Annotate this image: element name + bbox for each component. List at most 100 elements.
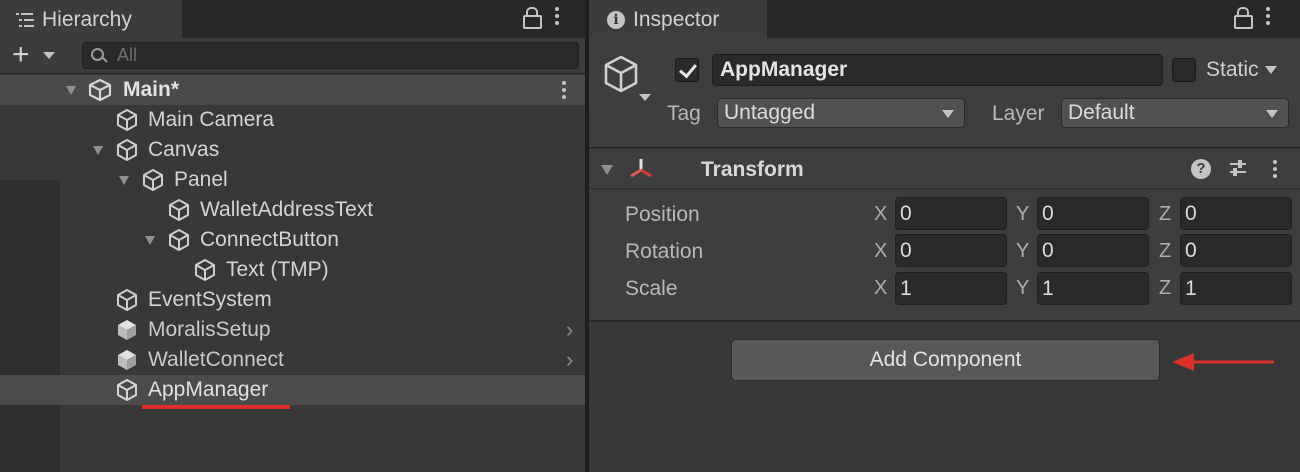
object-name-field[interactable]: AppManager bbox=[712, 54, 1163, 86]
rotation-y-field[interactable]: 0 bbox=[1037, 234, 1149, 267]
chevron-down-icon bbox=[1264, 66, 1277, 75]
cube-solid-icon bbox=[118, 350, 136, 370]
cube-outline-icon bbox=[195, 259, 215, 281]
layer-value: Default bbox=[1068, 101, 1135, 124]
axis-y-label[interactable]: Y bbox=[1016, 277, 1029, 300]
axis-x-label[interactable]: X bbox=[874, 203, 887, 226]
search-box[interactable] bbox=[82, 42, 579, 69]
rotation-z-field[interactable]: 0 bbox=[1180, 234, 1292, 267]
fold-arrow-icon[interactable] bbox=[601, 165, 613, 175]
hierarchy-tree: Main* Main Camera Canvas Panel WalletAdd… bbox=[0, 75, 585, 472]
axis-y-label[interactable]: Y bbox=[1016, 240, 1029, 263]
tree-item-wallet-address-text[interactable]: WalletAddressText bbox=[0, 195, 585, 225]
static-dropdown[interactable]: Static bbox=[1206, 58, 1277, 82]
list-icon bbox=[16, 13, 34, 27]
more-options-icon[interactable] bbox=[554, 6, 560, 26]
rotation-label: Rotation bbox=[625, 240, 704, 263]
position-x-field[interactable]: 0 bbox=[895, 197, 1007, 230]
chevron-right-icon[interactable]: › bbox=[566, 317, 573, 343]
hierarchy-tabbar: Hierarchy bbox=[0, 0, 585, 38]
scene-row[interactable]: Main* bbox=[0, 75, 585, 105]
axis-x-label[interactable]: X bbox=[874, 277, 887, 300]
fold-arrow-icon[interactable] bbox=[119, 176, 129, 185]
component-title: Transform bbox=[701, 158, 804, 181]
inspector-panel: i Inspector AppManager Static Tag Untagg… bbox=[589, 0, 1300, 472]
tree-item-label: MoralisSetup bbox=[148, 318, 271, 341]
add-component-button[interactable]: Add Component bbox=[731, 339, 1160, 381]
tab-inspector[interactable]: i Inspector bbox=[589, 0, 767, 38]
hierarchy-panel: Hierarchy + Main* Main Came bbox=[0, 0, 585, 472]
inspector-tabbar: i Inspector bbox=[589, 0, 1300, 38]
active-checkbox[interactable] bbox=[675, 58, 699, 82]
tree-item-label: Panel bbox=[174, 168, 228, 191]
unity-logo-icon bbox=[88, 78, 112, 102]
cube-outline-icon bbox=[143, 169, 163, 191]
axis-z-label[interactable]: Z bbox=[1159, 240, 1171, 263]
more-options-icon[interactable] bbox=[1272, 159, 1278, 179]
layer-dropdown[interactable]: Default bbox=[1061, 98, 1289, 128]
tree-item-label: WalletAddressText bbox=[200, 198, 374, 221]
tree-item-text-tmp[interactable]: Text (TMP) bbox=[0, 255, 585, 285]
axis-x-label[interactable]: X bbox=[874, 240, 887, 263]
tag-label: Tag bbox=[667, 102, 701, 125]
scale-y-field[interactable]: 1 bbox=[1037, 272, 1149, 305]
tree-item-connect-button[interactable]: ConnectButton bbox=[0, 225, 585, 255]
tree-item-panel[interactable]: Panel bbox=[0, 165, 585, 195]
axis-y-label[interactable]: Y bbox=[1016, 203, 1029, 226]
static-checkbox[interactable] bbox=[1172, 58, 1196, 82]
more-options-icon[interactable] bbox=[561, 80, 567, 100]
tree-item-canvas[interactable]: Canvas bbox=[0, 135, 585, 165]
hierarchy-tab-tools bbox=[523, 6, 560, 29]
scale-x-field[interactable]: 1 bbox=[895, 272, 1007, 305]
tree-item-label: WalletConnect bbox=[148, 348, 284, 371]
chevron-down-icon[interactable] bbox=[43, 52, 55, 59]
transform-header[interactable]: Transform ? bbox=[589, 149, 1300, 189]
tree-item-main-camera[interactable]: Main Camera bbox=[0, 105, 585, 135]
transform-axis-icon bbox=[630, 159, 652, 178]
chevron-right-icon[interactable]: › bbox=[566, 347, 573, 373]
position-y-field[interactable]: 0 bbox=[1037, 197, 1149, 230]
lock-icon[interactable] bbox=[523, 6, 542, 29]
cube-outline-icon bbox=[117, 379, 137, 401]
tree-item-label: AppManager bbox=[148, 378, 269, 401]
tab-label: Hierarchy bbox=[42, 8, 132, 31]
chevron-down-icon[interactable] bbox=[639, 94, 651, 101]
gameobject-icon[interactable] bbox=[601, 54, 641, 94]
cube-outline-icon bbox=[117, 139, 137, 161]
more-options-icon[interactable] bbox=[1265, 6, 1271, 26]
search-input[interactable] bbox=[117, 45, 517, 66]
presets-icon[interactable] bbox=[1227, 157, 1249, 179]
position-z-field[interactable]: 0 bbox=[1180, 197, 1292, 230]
fold-arrow-icon[interactable] bbox=[145, 236, 155, 245]
search-icon bbox=[91, 47, 113, 65]
tree-item-app-manager[interactable]: AppManager bbox=[0, 375, 585, 405]
axis-z-label[interactable]: Z bbox=[1159, 203, 1171, 226]
annotation-underline bbox=[142, 405, 290, 409]
tree-item-label: Text (TMP) bbox=[226, 258, 329, 281]
lock-icon[interactable] bbox=[1234, 6, 1253, 29]
help-icon[interactable]: ? bbox=[1191, 159, 1211, 179]
scale-z-field[interactable]: 1 bbox=[1180, 272, 1292, 305]
tree-item-event-system[interactable]: EventSystem bbox=[0, 285, 585, 315]
tag-value: Untagged bbox=[724, 101, 816, 124]
rotation-x-field[interactable]: 0 bbox=[895, 234, 1007, 267]
transform-body: Position X 0 Y 0 Z 0 Rotation X 0 Y 0 Z … bbox=[589, 190, 1300, 322]
add-object-button[interactable]: + bbox=[12, 40, 30, 70]
tree-item-moralis-setup[interactable]: MoralisSetup › bbox=[0, 315, 585, 345]
scene-label: Main* bbox=[123, 78, 180, 101]
tree-item-label: ConnectButton bbox=[200, 228, 339, 251]
cube-solid-icon bbox=[118, 320, 136, 340]
fold-arrow-icon[interactable] bbox=[66, 86, 76, 95]
tree-item-label: Canvas bbox=[148, 138, 220, 161]
tag-dropdown[interactable]: Untagged bbox=[717, 98, 965, 128]
fold-arrow-icon[interactable] bbox=[93, 146, 103, 155]
cube-outline-icon bbox=[169, 229, 189, 251]
hierarchy-toolbar: + bbox=[0, 38, 585, 74]
tree-item-wallet-connect[interactable]: WalletConnect › bbox=[0, 345, 585, 375]
tab-hierarchy[interactable]: Hierarchy bbox=[0, 0, 182, 38]
tree-item-label: EventSystem bbox=[148, 288, 272, 311]
cube-outline-icon bbox=[117, 289, 137, 311]
chevron-down-icon bbox=[1266, 110, 1278, 118]
axis-z-label[interactable]: Z bbox=[1159, 277, 1171, 300]
layer-label: Layer bbox=[992, 102, 1045, 125]
